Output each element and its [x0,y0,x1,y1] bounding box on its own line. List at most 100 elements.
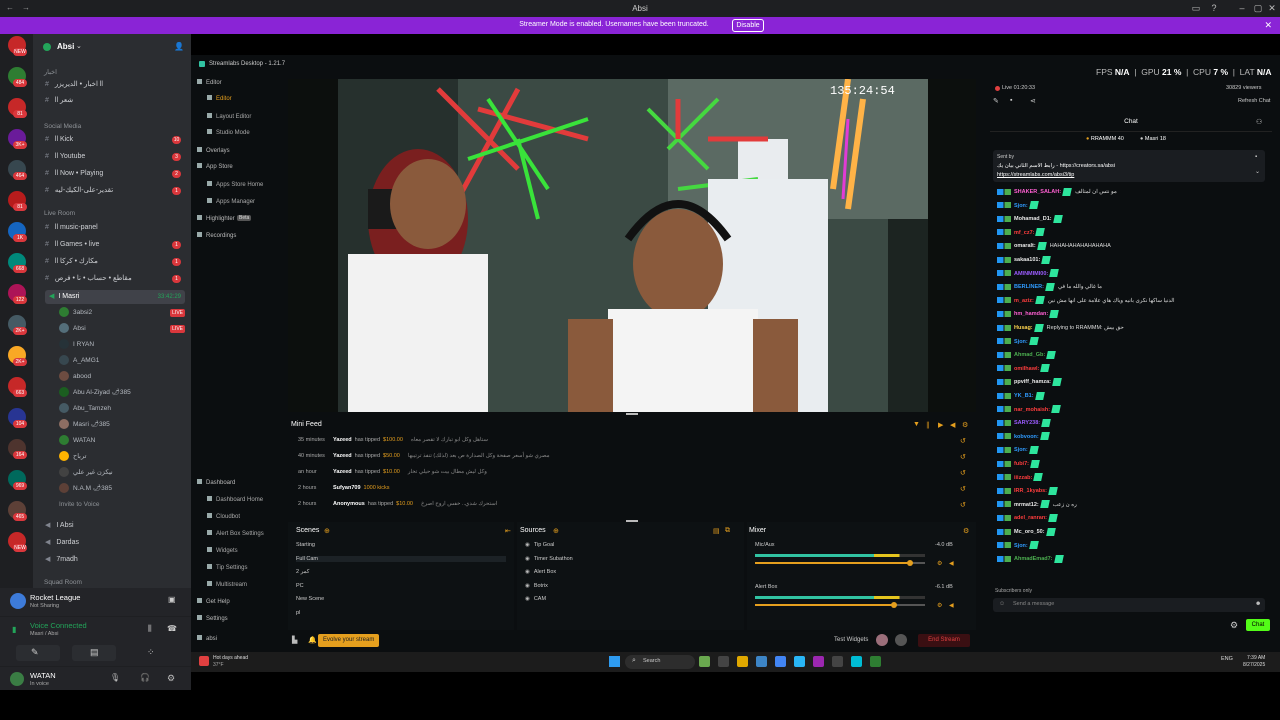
chat-message[interactable]: nar_mohaish: [997,404,1267,416]
nav-item[interactable]: Studio Mode [207,129,250,136]
source-item[interactable]: ◉ Timer Subathon [525,556,735,562]
voice-user[interactable]: abood [59,370,185,384]
skip-icon[interactable]: ▶ [938,421,943,429]
chat-username[interactable]: Husag: [1014,325,1033,331]
volume-slider[interactable] [755,560,925,566]
taskbar-app-icon[interactable] [756,656,767,667]
clock-time[interactable]: 7:39 AM [1247,655,1265,661]
performance-icon[interactable]: ▙ [292,636,297,644]
voice-user[interactable]: I RYAN [59,338,185,352]
channel-item[interactable]: # اخبار • الديريزر ll [45,78,185,92]
nav-item[interactable]: Editor [207,95,232,102]
chat-message[interactable]: AMINMIMI00: [997,268,1267,280]
chat-message[interactable]: Mc_oro_50: [997,526,1267,538]
volume-slider[interactable] [755,602,925,608]
voice-user[interactable]: Absi LIVE [59,322,185,336]
chat-message[interactable]: mf_cz7: [997,227,1267,239]
edit-icon[interactable]: ✎ [993,97,999,105]
chat-message[interactable]: Sjon: [997,200,1267,212]
pause-icon[interactable]: ∥ [926,421,930,429]
chat-message[interactable]: ppviff_hamza: [997,376,1267,388]
chat-username[interactable]: kobvoon: [1014,434,1039,440]
inbox-icon[interactable]: ▭ [1190,3,1202,14]
chat-message[interactable]: YK_B1: [997,390,1267,402]
chat-username[interactable]: SHAKER_SALAH: [1014,189,1061,195]
voice-user[interactable]: A_AMG1 [59,354,185,368]
noise-suppression-icon[interactable]: ⫼ [148,624,152,634]
maximize-icon[interactable]: ▢ [1252,3,1264,14]
scenes-menu-icon[interactable]: ⇤ [505,527,511,535]
voice-channel-path[interactable]: Masri / Absi [30,631,58,637]
mic-icon[interactable]: 🎙 [110,673,120,682]
replay-alert-icon[interactable]: ↺ [960,469,966,477]
chat-username[interactable]: m_aziz: [1014,298,1034,304]
chat-username[interactable]: omilhawl: [1014,366,1039,372]
category-squad-room[interactable]: Squad Room [44,579,82,586]
mixer-settings-icon[interactable]: ⚙ [937,602,942,609]
chat-message[interactable]: kobvoon: [997,431,1267,443]
chevron-down-icon[interactable]: ⌄ [76,42,82,50]
minimize-icon[interactable]: – [1236,3,1248,14]
scene-item[interactable]: Starting [296,542,506,548]
nav-item[interactable]: Apps Manager [207,198,255,205]
chat-settings-icon[interactable]: ⚙ [1230,620,1238,631]
channel-item[interactable]: # تقدير-على-الكيك-ليه 1 [45,184,185,198]
nav-item[interactable]: Editor [197,79,222,86]
mute-icon[interactable]: ◀ [949,602,954,609]
nav-item[interactable]: Alert Box Settings [207,530,264,537]
record-button[interactable] [876,634,888,646]
taskbar-app-icon[interactable] [851,656,862,667]
test-widgets-button[interactable]: Test Widgets [834,637,868,643]
drag-handle[interactable] [626,413,638,415]
filter-icon[interactable]: ▼ [913,421,920,428]
channel-item[interactable]: # ll Now • Playing 2 [45,167,185,181]
chat-username[interactable]: Sjon: [1014,543,1028,549]
voice-user[interactable]: N.A.M 🌶385 [59,482,185,496]
nav-item[interactable]: Layout Editor [207,113,251,120]
scene-item[interactable]: pl [296,610,506,616]
headphones-icon[interactable]: 🎧 [140,673,150,682]
source-folder-icon[interactable]: ▤ [713,527,720,535]
chat-username[interactable]: Sjon: [1014,447,1028,453]
source-item[interactable]: ◉ Tip Goal [525,542,735,548]
nav-item[interactable]: App Store [197,163,233,170]
chat-message[interactable]: fubi7: [997,458,1267,470]
nav-item[interactable]: Apps Store Home [207,181,263,188]
chat-username[interactable]: Sjon: [1014,339,1028,345]
refresh-chat-button[interactable]: Refresh Chat [1238,98,1270,104]
chat-message[interactable]: Sjon: [997,336,1267,348]
scene-item[interactable]: PC [296,583,506,589]
pinned-link[interactable]: https://streamlabs.com/absi3/tip [997,172,1074,178]
voice-user[interactable]: Abu_Tamzeh [59,402,185,416]
chat-username[interactable]: adel_ranran: [1014,515,1047,521]
channel-item[interactable]: # ll Kick 10 [45,133,185,147]
chat-message[interactable]: hm_hamdan: [997,308,1267,320]
nav-item[interactable]: absi [197,635,217,642]
chat-message[interactable]: IRR_1kyabs: [997,485,1267,497]
voice-user[interactable]: WATAN [59,434,185,448]
start-button-icon[interactable] [609,656,620,667]
add-user-icon[interactable]: 👤 [174,42,184,51]
signal-icon[interactable]: ▮ [12,625,16,634]
nav-item[interactable]: Tip Settings [207,564,247,571]
add-scene-icon[interactable]: ⊕ [324,527,330,535]
channel-item[interactable]: # ll Youtube 3 [45,150,185,164]
volume-knob[interactable] [906,560,913,566]
end-stream-button[interactable]: End Stream [918,634,970,647]
mute-icon[interactable]: ◀ [950,421,955,429]
chat-username[interactable]: Mc_oro_50: [1014,529,1045,535]
volume-knob[interactable] [891,602,898,608]
chat-message[interactable]: Sjon: [997,444,1267,456]
voice-channel-masri[interactable]: ◀ I Masri 33:42:29 [45,290,185,304]
taskbar-app-icon[interactable] [775,656,786,667]
language-indicator[interactable]: ENG [1221,656,1233,662]
activities-icon[interactable]: ⁘ [147,647,155,658]
voice-channel[interactable]: ◀ I Absi [45,519,185,533]
chat-message[interactable]: SARY238: [997,417,1267,429]
chat-username[interactable]: IRR_1kyabs: [1014,488,1047,494]
source-properties-icon[interactable]: ⧉ [725,527,730,535]
nav-item[interactable]: Highlighter [197,215,235,222]
voice-user[interactable]: Masri 🌶385 [59,418,185,432]
chat-message[interactable]: Mohamad_D1: [997,213,1267,225]
settings-gear-icon[interactable]: ⚙ [167,673,175,684]
